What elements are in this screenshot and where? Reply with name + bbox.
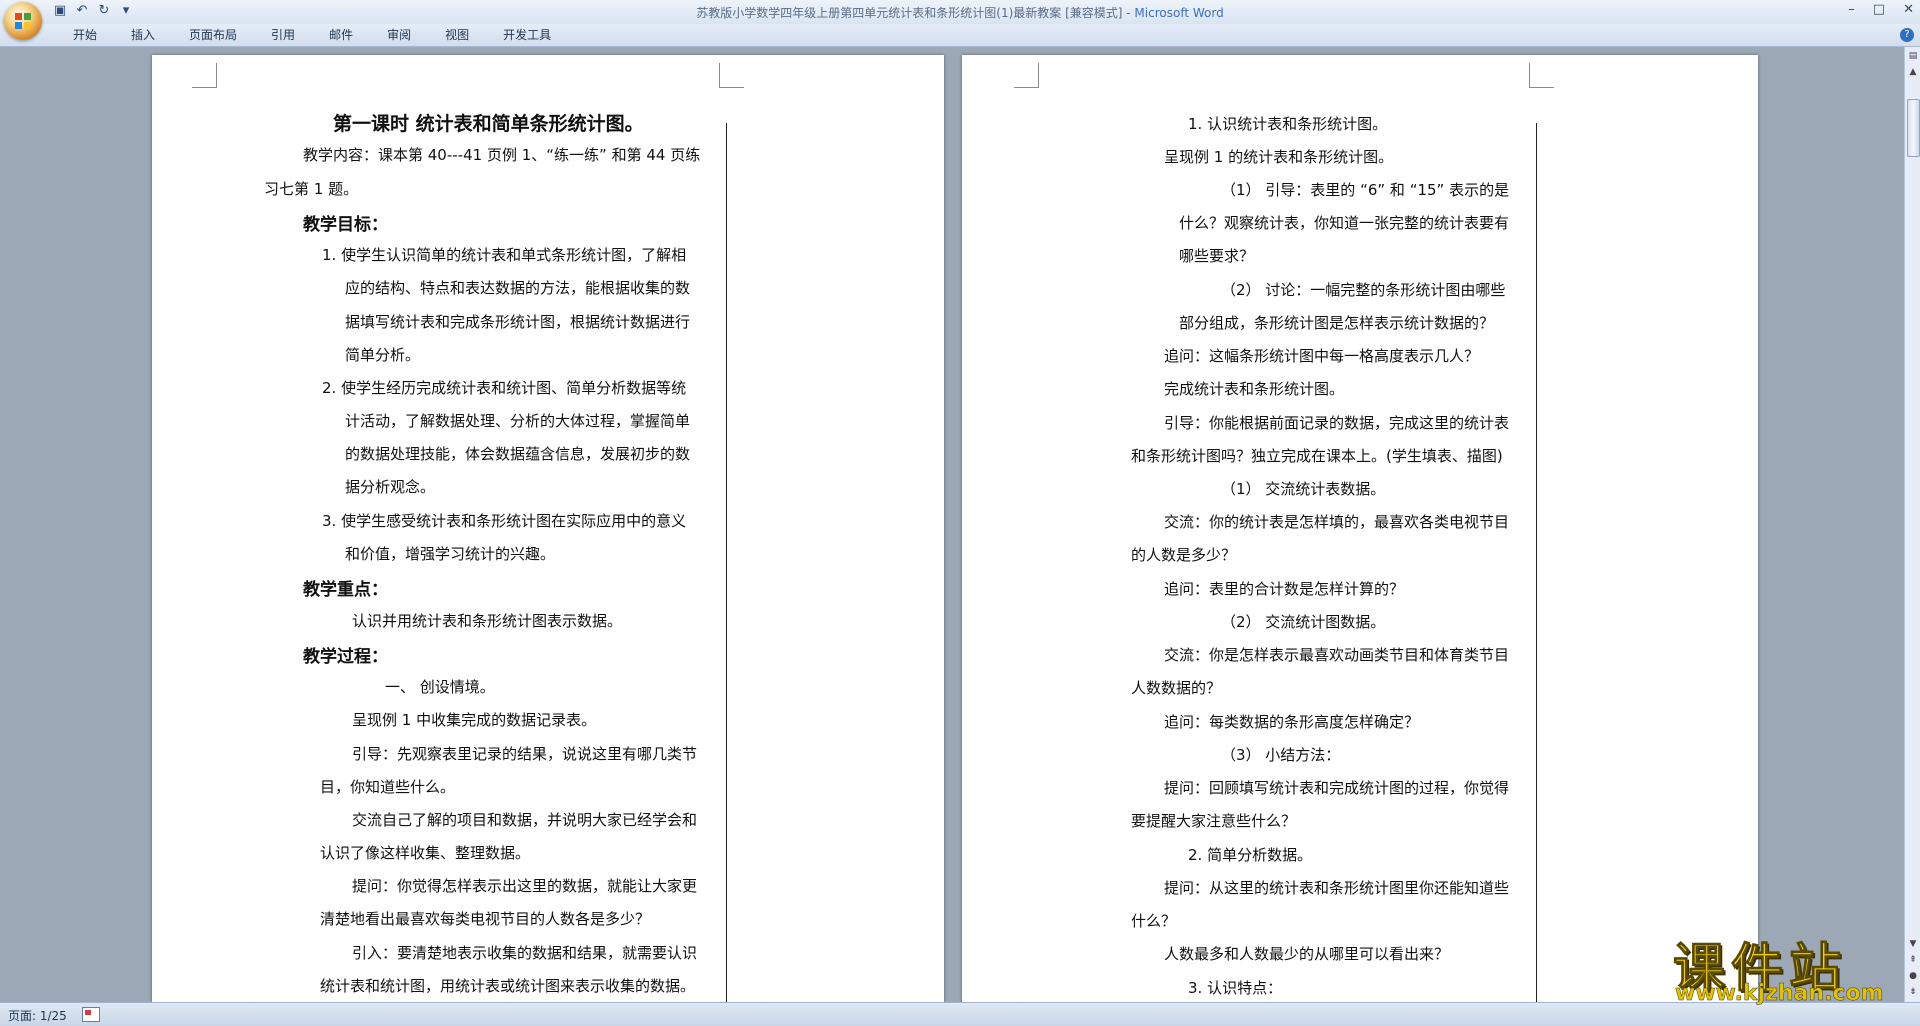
paragraph-line: 追问：表里的合计数是怎样计算的？ — [1164, 580, 1405, 598]
document-page-1[interactable]: 第一课时 统计表和简单条形统计图。 教学内容：课本第 40---41 页例 1、… — [152, 55, 944, 1002]
ruler-toggle-icon[interactable]: ▤ — [1906, 49, 1920, 63]
page-indicator[interactable]: 页面: 1/25 — [8, 1007, 67, 1024]
window-controls: – □ ✕ — [1848, 2, 1914, 17]
previous-page-icon[interactable]: ⇞ — [1906, 953, 1920, 967]
tab-review[interactable]: 审阅 — [370, 28, 428, 43]
paragraph-line: 认识了像这样收集、整理数据。 — [320, 844, 531, 862]
paragraph-line: 交流自己了解的项目和数据，并说明大家已经学会和 — [352, 811, 698, 829]
close-icon[interactable]: ✕ — [1903, 2, 1914, 17]
office-button[interactable] — [4, 2, 42, 40]
vertical-scrollbar[interactable]: ▤ ▲ ▼ ⇞ ● ⇟ — [1904, 47, 1920, 1002]
paragraph-line: 人数数据的？ — [1131, 679, 1222, 697]
list-item: （2） 交流统计图数据。 — [1221, 613, 1386, 631]
help-icon[interactable]: ? — [1900, 28, 1914, 42]
paragraph-line: 引导：你能根据前面记录的数据，完成这里的统计表 — [1164, 414, 1510, 432]
section-heading: 教学重点： — [303, 580, 388, 600]
paragraph-line: 教学内容：课本第 40---41 页例 1、“练一练” 和第 44 页练 — [303, 146, 701, 164]
list-item: （1） 交流统计表数据。 — [1221, 480, 1386, 498]
section-heading: 教学目标： — [303, 215, 388, 235]
paragraph-line: 提问：回顾填写统计表和完成统计图的过程，你觉得 — [1164, 779, 1510, 797]
paragraph-line: 和价值，增强学习统计的兴趣。 — [345, 545, 556, 563]
paragraph-line: 人数最多和人数最少的从哪里可以看出来？ — [1164, 945, 1450, 963]
proofing-status-icon[interactable] — [82, 1007, 100, 1022]
paragraph-line: 引导：先观察表里记录的结果，说说这里有哪几类节 — [352, 745, 698, 763]
minimize-icon[interactable]: – — [1848, 2, 1855, 17]
tab-page-layout[interactable]: 页面布局 — [172, 28, 254, 43]
paragraph-line: 的人数是多少？ — [1131, 546, 1237, 564]
watermark-logo: 课件站 www.kjzhan.com — [1665, 926, 1905, 1008]
tab-developer[interactable]: 开发工具 — [486, 28, 568, 43]
list-item: （1） 引导：表里的 “6” 和 “15” 表示的是 — [1221, 181, 1510, 199]
paragraph-line: 追问：这幅条形统计图中每一格高度表示几人？ — [1164, 347, 1480, 365]
paragraph-line: 什么？观察统计表，你知道一张完整的统计表要有 — [1179, 214, 1510, 232]
paragraph-line: 交流：你是怎样表示最喜欢动画类节目和体育类节目 — [1164, 646, 1510, 664]
paragraph-line: 追问：每类数据的条形高度怎样确定？ — [1164, 713, 1420, 731]
title-bar: ▣ ↶ ↻ ▾ 苏教版小学数学四年级上册第四单元统计表和条形统计图(1)最新教案… — [0, 0, 1920, 25]
document-page-2[interactable]: 1. 认识统计表和条形统计图。 呈现例 1 的统计表和条形统计图。 （1） 引导… — [962, 55, 1758, 1002]
paragraph-line: 提问：从这里的统计表和条形统计图里你还能知道些 — [1164, 879, 1510, 897]
paragraph-line: 应的结构、特点和表达数据的方法，能根据收集的数 — [345, 279, 691, 297]
scroll-up-icon[interactable]: ▲ — [1906, 65, 1920, 79]
list-item: （3） 小结方法： — [1221, 746, 1341, 764]
paragraph-line: 据填写统计表和完成条形统计图，根据统计数据进行 — [345, 313, 691, 331]
paragraph-line: 呈现例 1 中收集完成的数据记录表。 — [352, 711, 597, 729]
next-page-icon[interactable]: ⇟ — [1906, 985, 1920, 999]
paragraph-line: 呈现例 1 的统计表和条形统计图。 — [1164, 148, 1394, 166]
document-workspace: 第一课时 统计表和简单条形统计图。 教学内容：课本第 40---41 页例 1、… — [0, 47, 1904, 1002]
scrollbar-thumb[interactable] — [1907, 99, 1920, 157]
tab-references[interactable]: 引用 — [254, 28, 312, 43]
paragraph-line: 统计表和统计图，用统计表或统计图来表示收集的数据。 — [320, 977, 696, 995]
paragraph-line: 计活动，了解数据处理、分析的大体过程，掌握简单 — [345, 412, 691, 430]
list-item: 2. 使学生经历完成统计表和统计图、简单分析数据等统 — [322, 379, 687, 397]
crop-mark — [719, 63, 744, 88]
office-logo-icon — [15, 13, 31, 29]
list-item: 2. 简单分析数据。 — [1188, 846, 1313, 864]
text-boundary-line — [726, 123, 727, 1002]
paragraph-line: 哪些要求？ — [1179, 247, 1255, 265]
section-heading: 教学过程： — [303, 647, 388, 667]
list-item: 1. 使学生认识简单的统计表和单式条形统计图，了解相 — [322, 246, 687, 264]
paragraph-line: 据分析观念。 — [345, 478, 436, 496]
paragraph-line: 简单分析。 — [345, 346, 421, 364]
paragraph-line: 要提醒大家注意些什么？ — [1131, 812, 1297, 830]
list-item: 3. 使学生感受统计表和条形统计图在实际应用中的意义 — [322, 512, 687, 530]
ribbon-tabs: 开始 插入 页面布局 引用 邮件 审阅 视图 开发工具 — [56, 28, 568, 43]
paragraph-line: 认识并用统计表和条形统计图表示数据。 — [352, 612, 623, 630]
app-name: Microsoft Word — [1134, 6, 1224, 20]
scroll-down-icon[interactable]: ▼ — [1906, 937, 1920, 951]
crop-mark — [1014, 63, 1039, 88]
restore-icon[interactable]: □ — [1873, 2, 1885, 17]
list-item: 1. 认识统计表和条形统计图。 — [1188, 115, 1388, 133]
list-item: （2） 讨论：一幅完整的条形统计图由哪些 — [1221, 281, 1506, 299]
paragraph-line: 的数据处理技能，体会数据蕴含信息，发展初步的数 — [345, 445, 691, 463]
window-title: 苏教版小学数学四年级上册第四单元统计表和条形统计图(1)最新教案 [兼容模式] … — [696, 6, 1224, 20]
text-boundary-line — [1536, 123, 1537, 1002]
paragraph-line: 习七第 1 题。 — [264, 180, 359, 198]
status-bar: 页面: 1/25 — [0, 1002, 1920, 1026]
paragraph-line: 清楚地看出最喜欢每类电视节目的人数各是多少？ — [320, 910, 651, 928]
paragraph-line: 引入：要清楚地表示收集的数据和结果，就需要认识 — [352, 944, 698, 962]
watermark-url: www.kjzhan.com — [1675, 981, 1884, 1007]
paragraph-line: 部分组成，条形统计图是怎样表示统计数据的？ — [1179, 314, 1495, 332]
tab-insert[interactable]: 插入 — [114, 28, 172, 43]
paragraph-line: 目，你知道些什么。 — [320, 778, 456, 796]
tab-home[interactable]: 开始 — [56, 28, 114, 43]
tab-view[interactable]: 视图 — [428, 28, 486, 43]
paragraph-line: 交流：你的统计表是怎样填的，最喜欢各类电视节目 — [1164, 513, 1510, 531]
list-item: 一、 创设情境。 — [385, 678, 495, 696]
paragraph-line: 完成统计表和条形统计图。 — [1164, 380, 1345, 398]
lesson-title: 第一课时 统计表和简单条形统计图。 — [333, 113, 644, 135]
crop-mark — [1529, 63, 1554, 88]
tab-mailings[interactable]: 邮件 — [312, 28, 370, 43]
paragraph-line: 什么？ — [1131, 912, 1177, 930]
list-item: 3. 认识特点： — [1188, 979, 1283, 997]
paragraph-line: 和条形统计图吗？独立完成在课本上。(学生填表、描图) — [1131, 447, 1503, 465]
paragraph-line: 提问：你觉得怎样表示出这里的数据，就能让大家更 — [352, 877, 698, 895]
ribbon: 开始 插入 页面布局 引用 邮件 审阅 视图 开发工具 ? — [0, 24, 1920, 47]
browse-object-icon[interactable]: ● — [1906, 969, 1920, 983]
crop-mark — [192, 63, 217, 88]
